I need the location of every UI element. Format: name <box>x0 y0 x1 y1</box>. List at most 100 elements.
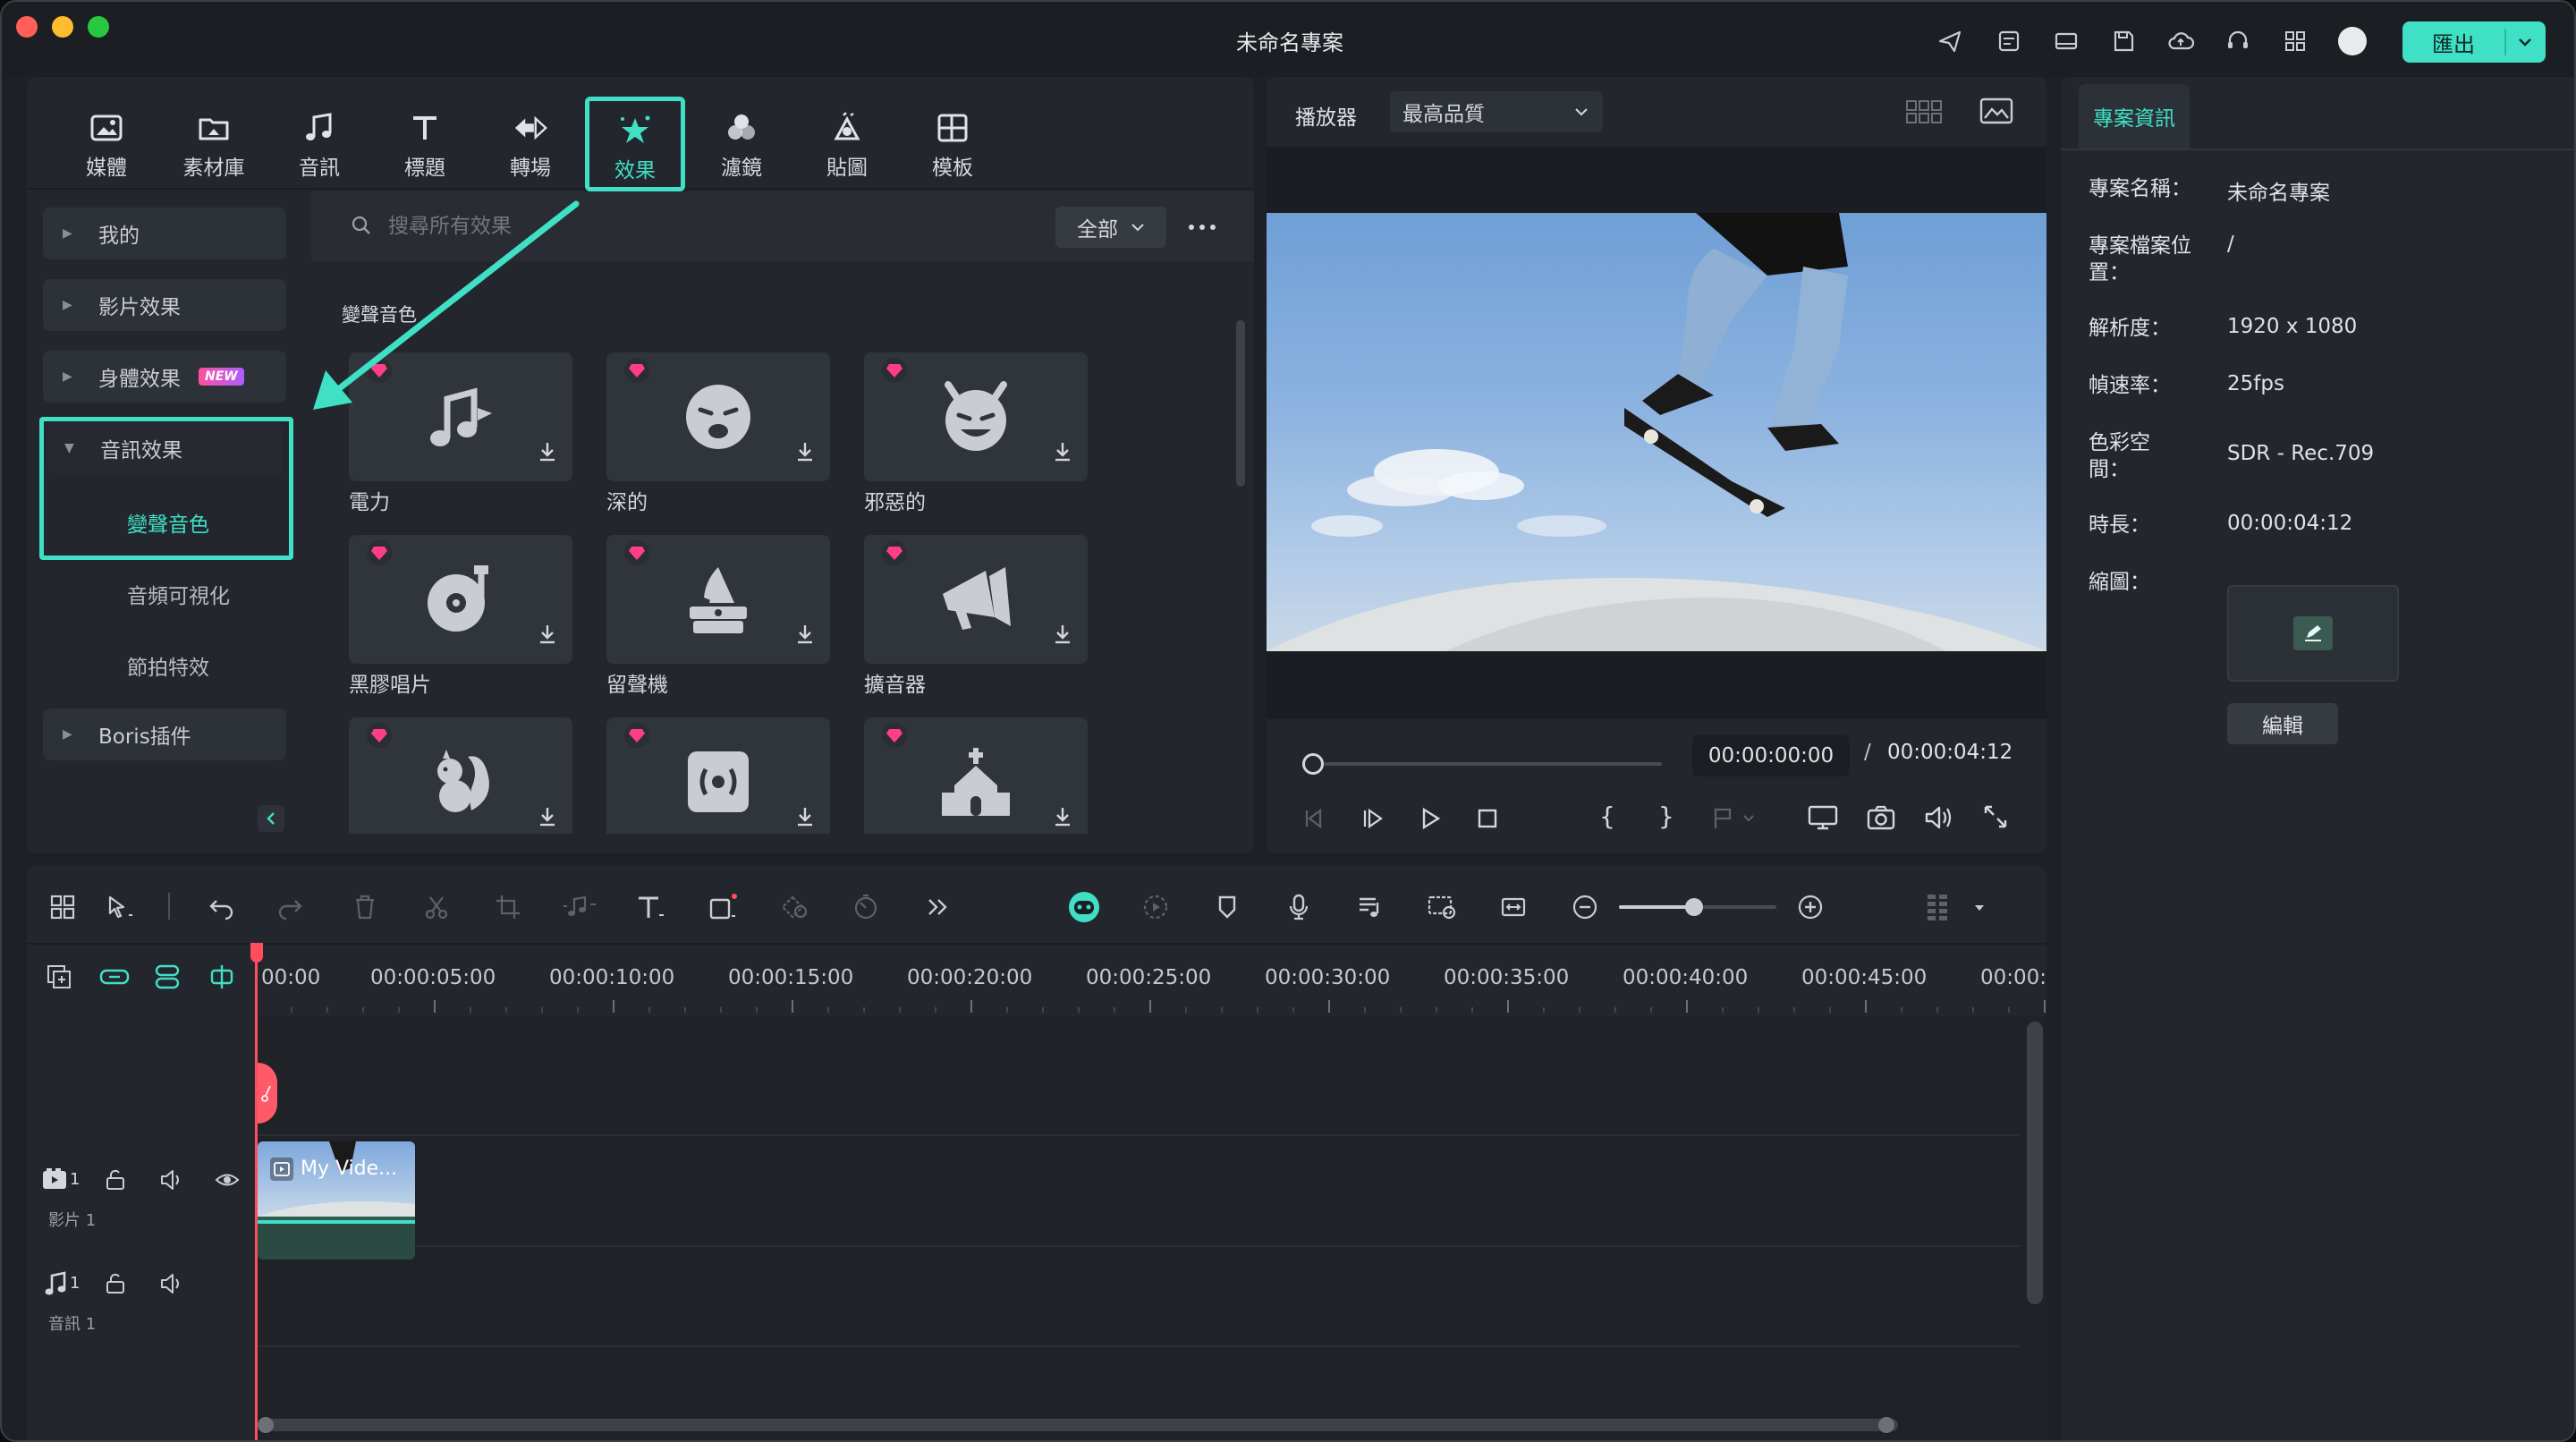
effect-card[interactable] <box>606 717 830 834</box>
speed-timer-icon[interactable] <box>846 887 886 927</box>
scrubber-handle[interactable] <box>1302 753 1324 775</box>
redo-icon[interactable] <box>270 887 309 927</box>
magnetic-track-icon[interactable] <box>152 963 182 995</box>
download-icon[interactable] <box>537 623 558 649</box>
display-monitor-icon[interactable] <box>1807 803 1839 836</box>
microphone-icon[interactable] <box>1279 887 1318 927</box>
snap-icon[interactable] <box>208 963 236 995</box>
layout-grid-icon[interactable] <box>43 887 82 927</box>
more-options-icon[interactable] <box>1184 213 1220 242</box>
video-clip[interactable]: My Vide... <box>258 1141 415 1260</box>
effect-card[interactable] <box>864 535 1088 664</box>
effect-card[interactable] <box>606 535 830 664</box>
playhead-handle[interactable] <box>250 943 263 963</box>
task-list-icon[interactable] <box>1989 21 2029 61</box>
sidebar-item-mine[interactable]: ▶ 我的 <box>43 208 286 259</box>
auto-beat-icon[interactable] <box>1351 887 1390 927</box>
render-preview-icon[interactable] <box>1136 887 1175 927</box>
mark-out-icon[interactable]: } <box>1658 802 1674 831</box>
marker-shield-icon[interactable] <box>1208 887 1247 927</box>
headset-support-icon[interactable] <box>2218 21 2258 61</box>
mark-in-icon[interactable]: { <box>1599 802 1615 831</box>
apps-grid-icon[interactable] <box>2275 21 2315 61</box>
effect-card[interactable] <box>349 535 572 664</box>
tab-stock-library[interactable]: 素材庫 <box>166 109 261 188</box>
camera-snapshot-icon[interactable] <box>1866 803 1896 836</box>
play-icon[interactable] <box>1417 805 1444 836</box>
speaker-icon[interactable] <box>159 1272 184 1299</box>
sidebar-subitem-beat-effects[interactable]: 節拍特效 <box>127 650 209 681</box>
sidebar-item-video-effects[interactable]: ▶ 影片效果 <box>43 279 286 331</box>
tab-stickers[interactable]: 貼圖 <box>800 109 894 188</box>
more-tools-icon[interactable] <box>918 887 957 927</box>
scrubber-track[interactable] <box>1324 762 1662 766</box>
scene-detect-icon[interactable] <box>1422 887 1462 927</box>
select-pointer-icon[interactable] <box>100 887 140 927</box>
grid-view-icon[interactable] <box>1905 98 1945 129</box>
tab-templates[interactable]: 模板 <box>905 109 1000 188</box>
next-frame-icon[interactable] <box>1360 805 1386 836</box>
tab-project-info[interactable]: 專案資訊 <box>2079 84 2190 148</box>
cloud-upload-icon[interactable] <box>2161 21 2200 61</box>
undo-icon[interactable] <box>202 887 242 927</box>
tab-effects[interactable]: 效果 <box>585 97 685 191</box>
prev-frame-icon[interactable] <box>1301 805 1327 836</box>
tab-media[interactable]: 媒體 <box>59 109 154 188</box>
download-icon[interactable] <box>537 805 558 832</box>
collapse-sidebar-button[interactable] <box>258 805 284 832</box>
fullscreen-icon[interactable] <box>1982 803 2009 834</box>
fit-timeline-icon[interactable] <box>1494 887 1533 927</box>
current-time-field[interactable]: 00:00:00:00 <box>1692 735 1850 776</box>
add-track-icon[interactable] <box>45 963 73 995</box>
download-icon[interactable] <box>1052 623 1073 649</box>
effects-scrollbar[interactable] <box>1236 320 1245 487</box>
quality-dropdown[interactable]: 最高品質 <box>1390 91 1603 132</box>
save-icon[interactable] <box>2104 21 2143 61</box>
vertical-scrollbar[interactable] <box>2027 1022 2043 1304</box>
track-grid-icon[interactable] <box>1918 887 1957 927</box>
link-clips-icon[interactable] <box>98 963 131 995</box>
lock-icon[interactable] <box>104 1272 127 1299</box>
layout-icon[interactable] <box>2046 21 2086 61</box>
download-icon[interactable] <box>537 440 558 467</box>
send-icon[interactable] <box>1930 21 1970 61</box>
sidebar-subitem-voice-changer[interactable]: 變聲音色 <box>127 507 209 538</box>
zoom-slider-handle[interactable] <box>1685 898 1703 916</box>
filter-dropdown[interactable]: 全部 <box>1055 207 1166 248</box>
zoom-in-icon[interactable] <box>1791 887 1830 927</box>
speaker-icon[interactable] <box>159 1168 184 1195</box>
effect-card[interactable] <box>349 717 572 834</box>
export-button[interactable]: 匯出 <box>2402 21 2546 63</box>
shape-crop-icon[interactable] <box>703 887 742 927</box>
caret-down-icon[interactable] <box>1973 900 1986 917</box>
stop-icon[interactable] <box>1474 805 1501 836</box>
effect-card[interactable] <box>864 352 1088 481</box>
crop-icon[interactable] <box>488 887 528 927</box>
scrollbar-handle-right[interactable] <box>1878 1417 1894 1433</box>
tab-filters[interactable]: 濾鏡 <box>694 109 789 188</box>
effect-card[interactable] <box>606 352 830 481</box>
text-tool-icon[interactable] <box>631 887 671 927</box>
download-icon[interactable] <box>794 440 816 467</box>
horizontal-scrollbar[interactable] <box>259 1419 1898 1431</box>
zoom-out-icon[interactable] <box>1565 887 1605 927</box>
tab-transitions[interactable]: 轉場 <box>483 109 578 188</box>
chevron-down-icon[interactable] <box>2517 37 2533 47</box>
sidebar-item-audio-effects[interactable]: ▼ 音訊效果 <box>47 422 283 474</box>
mask-icon[interactable] <box>775 887 814 927</box>
ai-assistant-icon[interactable] <box>1064 887 1104 927</box>
snapshot-image-icon[interactable] <box>1979 97 2014 129</box>
sidebar-item-body-effects[interactable]: ▶ 身體效果 NEW <box>43 351 286 403</box>
tab-audio[interactable]: 音訊 <box>272 109 367 188</box>
sidebar-subitem-audio-visualizer[interactable]: 音頻可視化 <box>127 579 230 609</box>
download-icon[interactable] <box>794 805 816 832</box>
tab-titles[interactable]: 標題 <box>377 109 472 188</box>
eye-visibility-icon[interactable] <box>215 1170 240 1193</box>
scrollbar-handle-left[interactable] <box>258 1417 274 1433</box>
effect-card[interactable] <box>864 717 1088 834</box>
volume-icon[interactable] <box>1923 803 1953 836</box>
download-icon[interactable] <box>794 623 816 649</box>
sidebar-item-boris[interactable]: ▶ Boris插件 <box>43 708 286 760</box>
download-icon[interactable] <box>1052 805 1073 832</box>
marker-flag-icon[interactable] <box>1710 805 1755 836</box>
